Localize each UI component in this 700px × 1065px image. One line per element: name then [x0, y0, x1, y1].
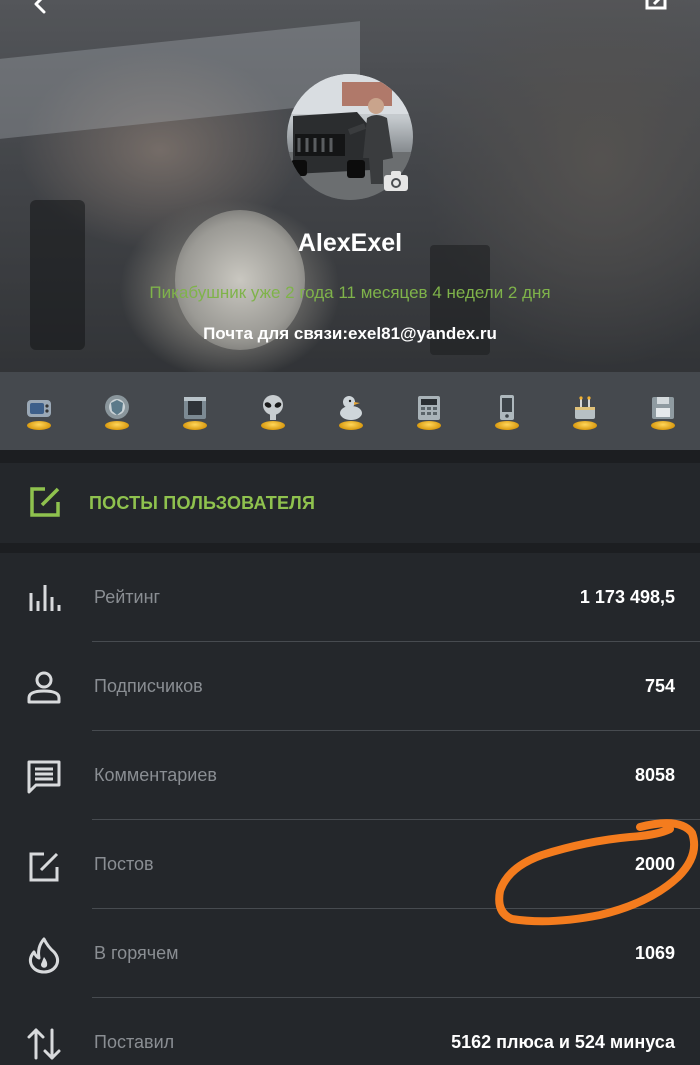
comment-icon — [27, 760, 61, 794]
stat-row-rating: Рейтинг 1 173 498,5 — [0, 553, 700, 642]
section-gap — [0, 450, 700, 463]
stat-label: Подписчиков — [94, 676, 203, 696]
tablet-award-icon[interactable] — [489, 392, 525, 430]
stat-label: Постов — [94, 854, 154, 874]
camera-icon[interactable] — [383, 170, 409, 192]
edit-icon — [29, 852, 59, 882]
edit-icon[interactable] — [644, 0, 672, 12]
stat-value: 2000 — [634, 854, 675, 874]
stat-value: 8058 — [634, 765, 675, 785]
stat-row-voted[interactable]: Поставил 5162 плюса и 524 минуса — [0, 998, 700, 1065]
stat-value: 1069 — [634, 943, 675, 963]
stat-value: 754 — [644, 676, 675, 696]
username: AlexExel — [297, 229, 403, 257]
flame-icon — [28, 937, 60, 974]
frame-award-icon[interactable] — [177, 392, 213, 430]
user-posts-button[interactable]: ПОСТЫ ПОЛЬЗОВАТЕЛЯ — [0, 463, 700, 543]
rating-bars-icon — [29, 585, 61, 611]
awards-bar — [0, 372, 700, 450]
edit-icon — [30, 487, 60, 517]
stat-value: 5162 плюса и 524 минуса — [451, 1032, 675, 1052]
chevron-left-icon[interactable] — [30, 0, 50, 14]
stat-row-posts[interactable]: Постов 2000 — [0, 820, 700, 909]
stat-value: 1 173 498,5 — [579, 587, 675, 607]
stat-row-subscribers[interactable]: Подписчиков 754 — [0, 642, 700, 731]
stat-label: В горячем — [94, 943, 179, 963]
calculator-award-icon[interactable] — [411, 392, 447, 430]
section-gap — [0, 543, 700, 553]
duck-award-icon[interactable] — [333, 392, 369, 430]
person-icon — [27, 671, 61, 704]
stat-label: Поставил — [94, 1032, 175, 1052]
contact-text: Почта для связи:exel81@yandex.ru — [203, 324, 497, 343]
floppy-award-icon[interactable] — [645, 392, 681, 430]
up-down-arrows-icon — [27, 1028, 61, 1060]
tv-award-icon[interactable] — [21, 392, 57, 430]
profile-header: AlexExel Пикабушник уже 2 года 11 месяце… — [0, 0, 700, 372]
stat-row-comments[interactable]: Комментариев 8058 — [0, 731, 700, 820]
tenure-text: Пикабушник уже 2 года 11 месяцев 4 недел… — [149, 283, 551, 302]
shield-award-icon[interactable] — [99, 392, 135, 430]
stat-label: Рейтинг — [94, 587, 161, 607]
cake-award-icon[interactable] — [567, 392, 603, 430]
stats-list: Рейтинг 1 173 498,5 Подписчиков 754 Комм… — [0, 553, 700, 1065]
stat-label: Комментариев — [94, 765, 217, 785]
stat-row-hot[interactable]: В горячем 1069 — [0, 909, 700, 998]
user-posts-label: ПОСТЫ ПОЛЬЗОВАТЕЛЯ — [89, 493, 316, 513]
alien-award-icon[interactable] — [255, 392, 291, 430]
